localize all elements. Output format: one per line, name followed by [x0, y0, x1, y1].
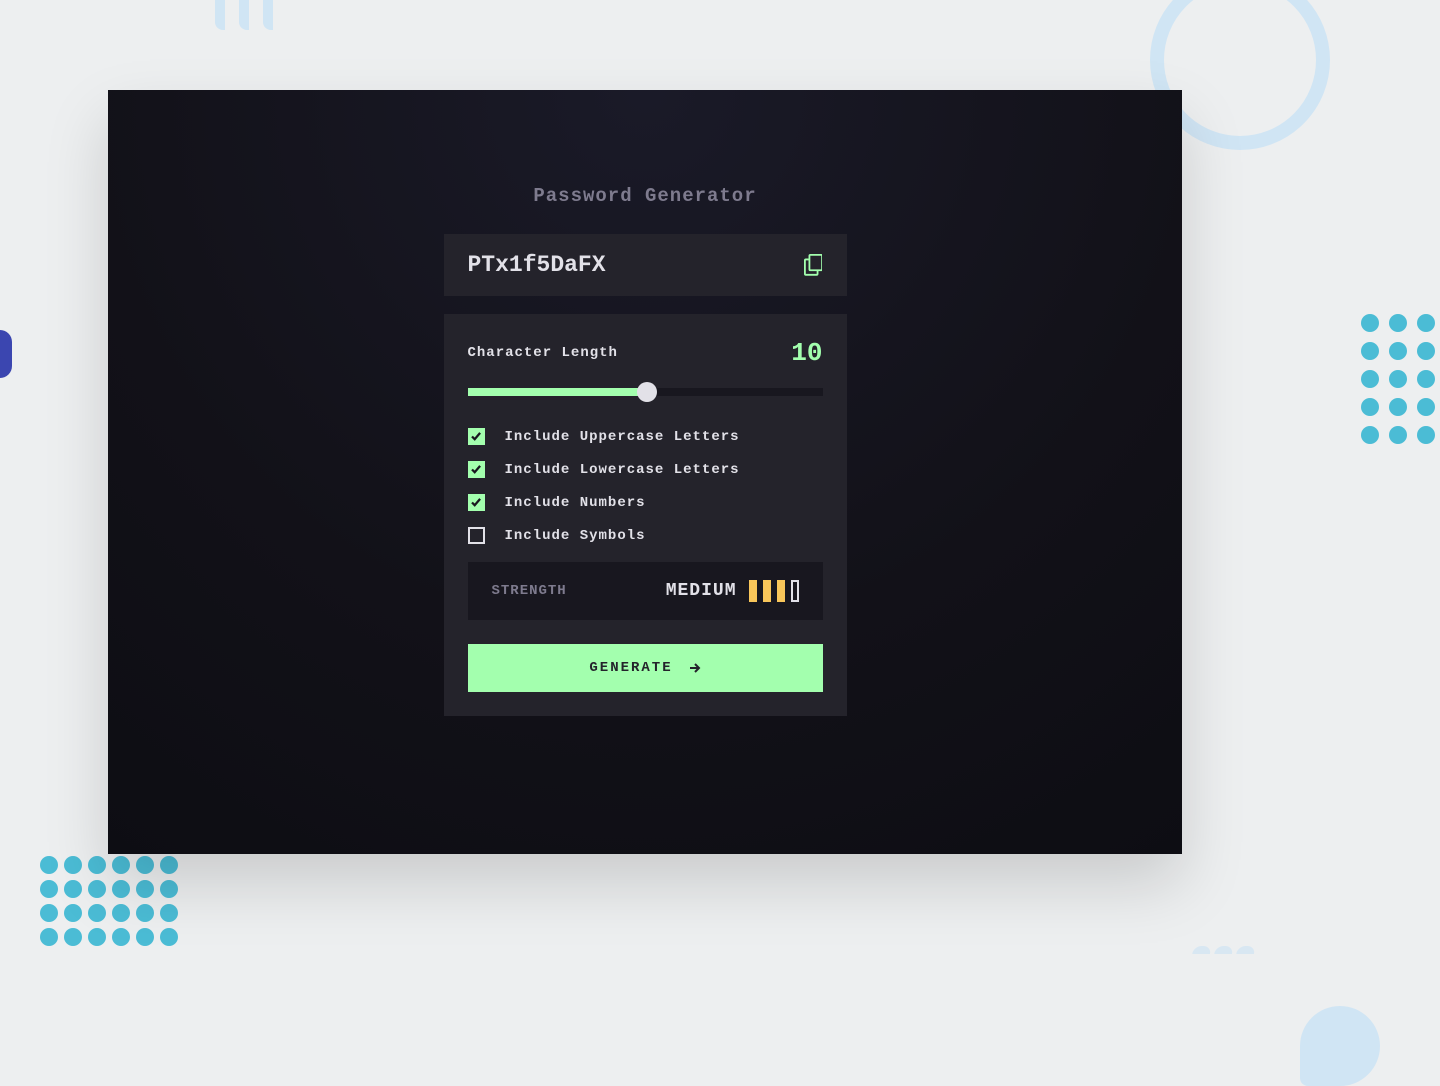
- slider-thumb[interactable]: [637, 382, 657, 402]
- option-label: Include Lowercase Letters: [505, 462, 740, 478]
- checkbox[interactable]: [468, 461, 485, 478]
- decoration-dots-bottom-left: [40, 856, 178, 946]
- length-label: Character Length: [468, 345, 618, 361]
- option-row[interactable]: Include Uppercase Letters: [468, 428, 823, 445]
- decoration-dots-right: [1361, 314, 1435, 444]
- options-panel: Character Length 10 Include Uppercase Le…: [444, 314, 847, 716]
- password-output-box: PTx1f5DaFX: [444, 234, 847, 296]
- strength-segment: [791, 580, 799, 602]
- decoration-blob-left: [0, 330, 12, 378]
- strength-segment: [749, 580, 757, 602]
- strength-bars: [749, 580, 799, 602]
- strength-segment: [777, 580, 785, 602]
- generate-label: GENERATE: [589, 660, 672, 676]
- checkbox[interactable]: [468, 428, 485, 445]
- strength-label: STRENGTH: [492, 583, 567, 599]
- copy-icon[interactable]: [804, 254, 823, 276]
- option-row[interactable]: Include Numbers: [468, 494, 823, 511]
- arrow-right-icon: [689, 662, 701, 674]
- password-value: PTx1f5DaFX: [468, 252, 606, 278]
- option-row[interactable]: Include Symbols: [468, 527, 823, 544]
- length-row: Character Length 10: [468, 338, 823, 368]
- option-label: Include Symbols: [505, 528, 646, 544]
- strength-segment: [763, 580, 771, 602]
- app-title: Password Generator: [533, 185, 756, 207]
- app-card: Password Generator PTx1f5DaFX Character …: [108, 90, 1182, 854]
- strength-indicator: MEDIUM: [666, 580, 799, 602]
- option-label: Include Numbers: [505, 495, 646, 511]
- checkbox[interactable]: [468, 527, 485, 544]
- option-row[interactable]: Include Lowercase Letters: [468, 461, 823, 478]
- length-slider[interactable]: [468, 388, 823, 396]
- strength-bar: STRENGTH MEDIUM: [468, 562, 823, 620]
- strength-value: MEDIUM: [666, 581, 737, 601]
- length-value: 10: [791, 338, 822, 368]
- decoration-squiggle-top: [215, 0, 335, 40]
- slider-fill: [468, 388, 647, 396]
- checkbox[interactable]: [468, 494, 485, 511]
- decoration-squiggle-bottom-right: [1190, 946, 1310, 996]
- option-label: Include Uppercase Letters: [505, 429, 740, 445]
- decoration-blob-bottom-right: [1300, 1006, 1380, 1086]
- generate-button[interactable]: GENERATE: [468, 644, 823, 692]
